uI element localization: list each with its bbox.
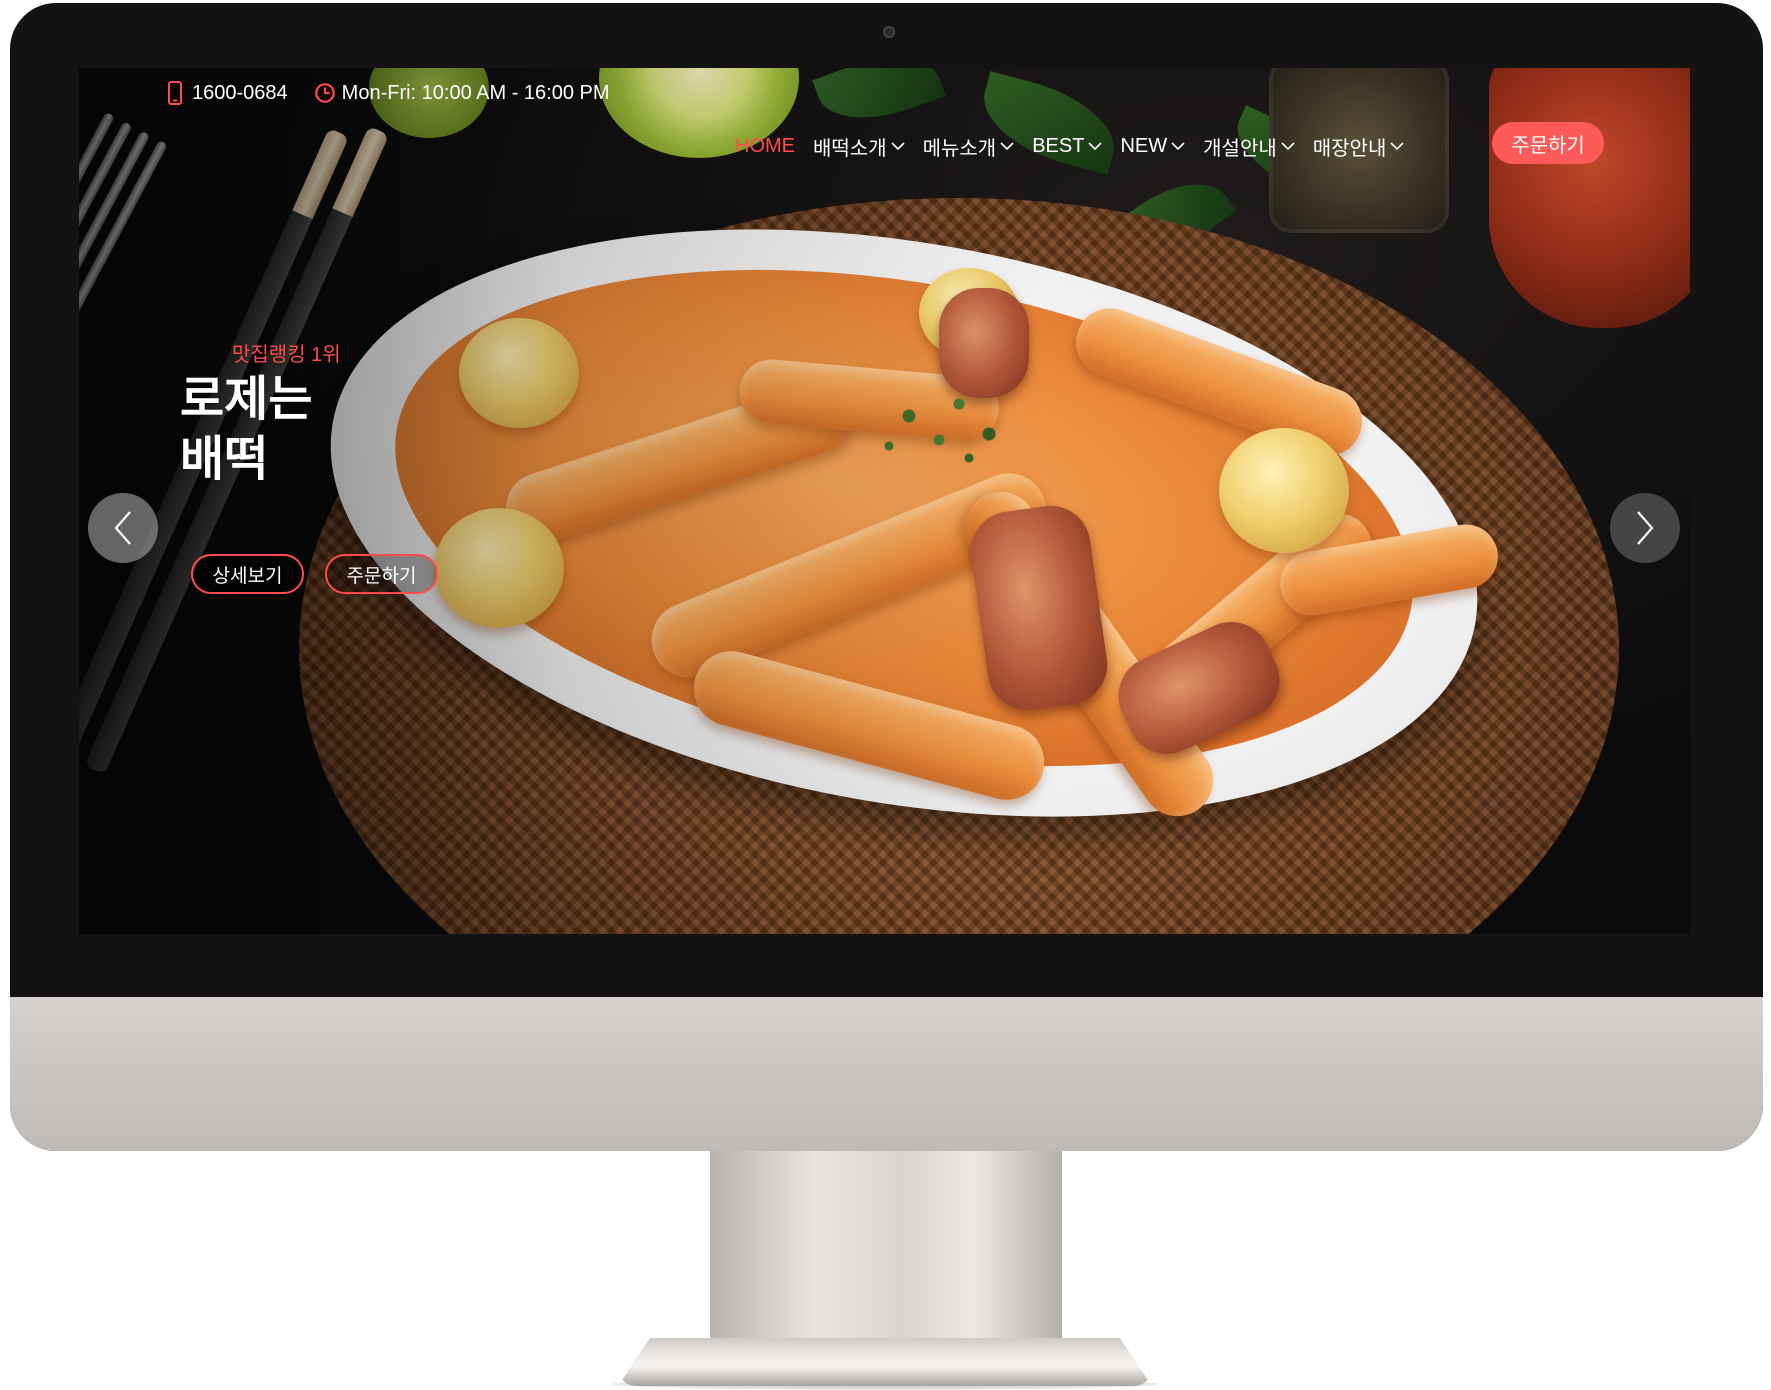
- chevron-down-icon: [1171, 142, 1185, 151]
- ranking-label: 맛집랭킹 1위: [232, 344, 341, 366]
- hero-title-line2: 배떡: [180, 433, 269, 486]
- nav-item-label: 배떡소개: [813, 137, 887, 160]
- mobile-phone-icon: [168, 81, 182, 105]
- order-button-hero[interactable]: 주문하기: [325, 554, 438, 594]
- nav-item-best[interactable]: BEST: [1032, 134, 1103, 158]
- chevron-down-icon: [891, 142, 905, 151]
- phone-number: 1600-0684: [192, 81, 288, 104]
- main-nav: HOME 배떡소개 메뉴소개 BEST NEW 개설안내 매장안내: [735, 126, 1404, 166]
- hero-image: [79, 68, 1690, 934]
- hero-title-line1: 로제는: [180, 373, 313, 426]
- business-hours: Mon-Fri: 10:00 AM - 16:00 PM: [314, 81, 610, 105]
- monitor-stand-neck: [710, 1151, 1062, 1351]
- detail-button[interactable]: 상세보기: [191, 554, 304, 594]
- monitor-stand-base: [618, 1338, 1152, 1386]
- nav-item-label: 메뉴소개: [922, 137, 997, 160]
- hero-title: 로제는 배떡: [180, 370, 380, 490]
- nav-item-label: BEST: [1032, 134, 1085, 157]
- nav-item-label: 개설안내: [1203, 137, 1277, 160]
- chevron-down-icon: [1390, 142, 1404, 151]
- nav-item-label: 매장안내: [1312, 137, 1387, 160]
- chevron-down-icon: [1000, 142, 1014, 151]
- nav-item-menu[interactable]: 메뉴소개: [923, 132, 1015, 161]
- chevron-down-icon: [1088, 142, 1103, 151]
- order-button-header[interactable]: 주문하기: [1492, 122, 1604, 164]
- camera-dot: [883, 26, 895, 38]
- hours-text: Mon-Fri: 10:00 AM - 16:00 PM: [341, 81, 610, 104]
- slider-next-button[interactable]: [1610, 493, 1680, 563]
- monitor-chin: [10, 997, 1763, 1151]
- chevron-down-icon: [1281, 142, 1295, 151]
- top-info-bar: 1600-0684 Mon-Fri: 10:00 AM - 16:00 PM: [164, 78, 610, 108]
- clock-icon: [314, 83, 335, 103]
- nav-item-new[interactable]: NEW: [1120, 135, 1185, 158]
- nav-item-stores[interactable]: 매장안내: [1313, 132, 1405, 161]
- nav-item-home[interactable]: HOME: [735, 135, 795, 158]
- chevron-left-icon: [114, 511, 131, 545]
- nav-item-about[interactable]: 배떡소개: [813, 132, 905, 161]
- nav-item-label: HOME: [735, 134, 795, 157]
- chevron-right-icon: [1637, 511, 1654, 545]
- slider-prev-button[interactable]: [88, 493, 158, 563]
- nav-item-franchise[interactable]: 개설안내: [1203, 132, 1295, 161]
- website-screen: 1600-0684 Mon-Fri: 10:00 AM - 16:00 PM H…: [79, 68, 1690, 934]
- phone-contact[interactable]: 1600-0684: [164, 81, 288, 105]
- nav-item-label: NEW: [1120, 134, 1168, 157]
